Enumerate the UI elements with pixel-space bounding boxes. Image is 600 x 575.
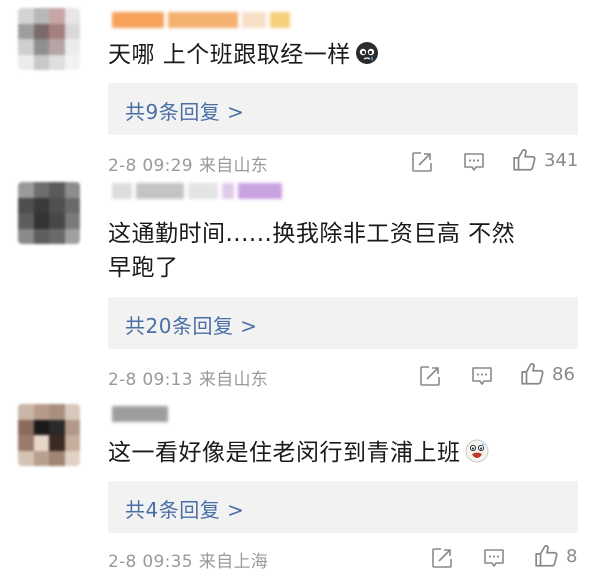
comment-body-line-1: 这通勤时间......换我除非工资巨高 不然 <box>108 221 516 247</box>
like-button[interactable]: 8 <box>534 544 577 568</box>
username[interactable] <box>112 406 168 422</box>
comment-meta: 2-8 09:35 来自上海 <box>108 547 268 572</box>
thumbs-up-icon <box>535 545 558 567</box>
crying-face-emoji-icon <box>355 42 378 64</box>
comment-text: 这通勤时间......换我除非工资巨高 不然 早跑了 <box>108 217 515 285</box>
comment-location: 来自山东 <box>198 156 269 176</box>
repost-icon[interactable] <box>410 150 434 174</box>
replies-label: 共4条回复 > <box>125 498 245 522</box>
like-button[interactable]: 341 <box>512 148 578 172</box>
comment-location: 来自上海 <box>198 552 269 572</box>
view-replies-button[interactable]: 共20条回复 > <box>108 297 578 349</box>
comment-date: 2-8 09:35 <box>108 552 193 572</box>
comment-icon[interactable] <box>470 364 494 388</box>
replies-label: 共20条回复 > <box>125 314 258 338</box>
comment-body: 天哪 上个班跟取经一样 <box>108 42 351 68</box>
like-count: 341 <box>544 149 579 171</box>
avatar[interactable] <box>18 404 80 466</box>
view-replies-button[interactable]: 共4条回复 > <box>108 481 578 533</box>
comment-text: 这一看好像是住老闵行到青浦上班 <box>108 436 489 470</box>
comment-date: 2-8 09:29 <box>108 156 193 176</box>
comment-text: 天哪 上个班跟取经一样 <box>108 38 379 72</box>
repost-icon[interactable] <box>430 546 454 570</box>
comment-meta: 2-8 09:13 来自山东 <box>108 365 268 390</box>
comment-location: 来自山东 <box>198 370 269 390</box>
repost-icon[interactable] <box>418 364 442 388</box>
like-button[interactable]: 86 <box>520 362 575 386</box>
avatar[interactable] <box>18 182 80 244</box>
replies-label: 共9条回复 > <box>125 100 245 124</box>
comment-meta: 2-8 09:29 来自山东 <box>108 151 268 176</box>
grimacing-face-emoji-icon <box>465 439 488 463</box>
comment-body: 这一看好像是住老闵行到青浦上班 <box>108 440 461 466</box>
avatar[interactable] <box>18 8 80 70</box>
view-replies-button[interactable]: 共9条回复 > <box>108 83 578 135</box>
username[interactable] <box>112 12 290 28</box>
comment-icon[interactable] <box>482 546 506 570</box>
thumbs-up-icon <box>513 149 536 171</box>
like-count: 8 <box>566 545 578 567</box>
comment-date: 2-8 09:13 <box>108 370 193 390</box>
comment-body-line-2: 早跑了 <box>108 255 179 281</box>
comment-icon[interactable] <box>462 150 486 174</box>
username[interactable] <box>112 183 282 199</box>
like-count: 86 <box>552 363 575 385</box>
comment-list: 天哪 上个班跟取经一样 共9条回复 > 2-8 09:29 来自山东 341 这… <box>0 0 600 575</box>
thumbs-up-icon <box>521 363 544 385</box>
